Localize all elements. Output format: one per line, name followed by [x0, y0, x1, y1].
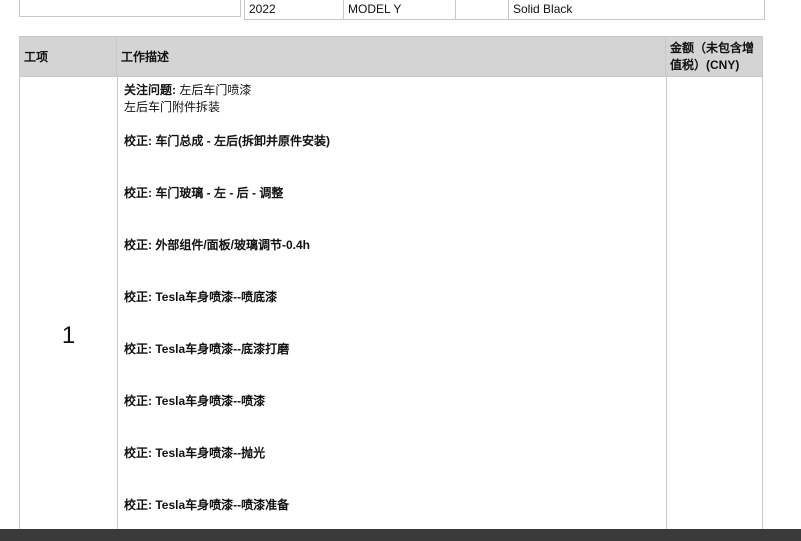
column-divider [666, 76, 667, 540]
correction-line: 校正: 车门总成 - 左后(拆卸并原件安装) [124, 134, 330, 148]
work-description: 关注问题: 左后车门喷漆 左后车门附件拆装 校正: 车门总成 - 左后(拆卸并原… [124, 82, 654, 512]
correction-line: 校正: Tesla车身喷漆--抛光 [124, 446, 266, 460]
column-divider [117, 76, 118, 540]
issue-text: 左后车门喷漆 [179, 83, 252, 97]
vehicle-year: 2022 [245, 0, 344, 19]
issue-line: 关注问题: 左后车门喷漆 [124, 82, 654, 99]
viewer-bottom-bar [0, 529, 801, 541]
work-items-table: 工项 工作描述 金额（未包含增值税）(CNY) 1 关注问题: 左后车门喷漆 左… [19, 36, 763, 541]
vehicle-info-table: 2022 MODEL Y Solid Black [244, 0, 765, 20]
correction-line: 校正: 外部组件/面板/玻璃调节-0.4h [124, 238, 311, 252]
issue-subtext: 左后车门附件拆装 [124, 100, 221, 114]
table-header-row: 工项 工作描述 金额（未包含增值税）(CNY) [20, 37, 762, 77]
header-description: 工作描述 [117, 37, 666, 76]
issue-label: 关注问题: [124, 83, 176, 97]
header-item: 工项 [20, 37, 117, 76]
correction-line: 校正: Tesla车身喷漆--喷漆准备 [124, 498, 290, 512]
vehicle-color: Solid Black [513, 2, 573, 16]
correction-line: 校正: 车门玻璃 - 左 - 后 - 调整 [124, 186, 284, 200]
correction-line: 校正: Tesla车身喷漆--喷漆 [124, 394, 266, 408]
vehicle-info-left-cell [19, 0, 241, 17]
vehicle-model: MODEL Y [344, 0, 456, 19]
header-amount: 金额（未包含增值税）(CNY) [670, 41, 755, 72]
correction-line: 校正: Tesla车身喷漆--底漆打磨 [124, 342, 290, 356]
vehicle-trim [456, 0, 509, 19]
correction-line: 校正: Tesla车身喷漆--喷底漆 [124, 290, 278, 304]
item-number: 1 [61, 322, 76, 349]
